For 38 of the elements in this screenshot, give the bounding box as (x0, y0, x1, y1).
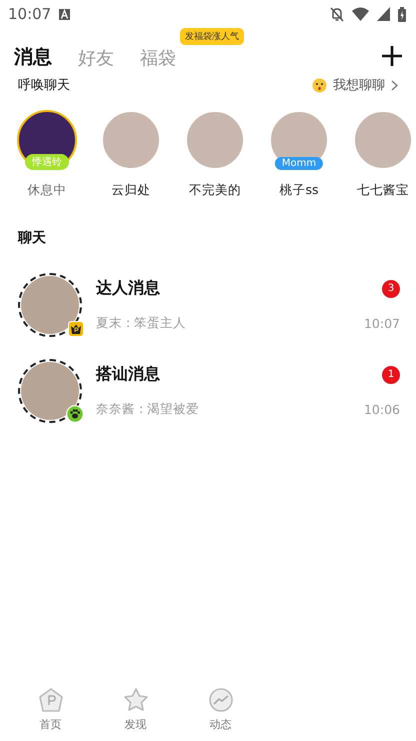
signal-icon (377, 7, 390, 21)
section-title: 聊天 (16, 229, 47, 247)
battery-icon (398, 6, 406, 22)
user-name: 不完美的 (189, 182, 241, 199)
unread-count: 3 (382, 280, 400, 298)
emoji-face-icon (312, 78, 327, 92)
crown-badge-icon (68, 321, 84, 337)
promo-tag: 发福袋涨人气 (180, 28, 244, 45)
chevron-right-icon (391, 80, 398, 90)
nav-tab[interactable]: 发现 (93, 687, 178, 739)
user-name: 七七酱宝 (357, 182, 409, 199)
paw-badge-icon (66, 405, 84, 423)
nav-tab[interactable]: 首页 (8, 687, 93, 739)
status-time: 10:07 (8, 5, 52, 23)
message-preview: 夏末 : 笨蛋主人 (96, 315, 186, 332)
tab[interactable]: 好友 (78, 46, 114, 70)
add-icon[interactable] (382, 46, 402, 66)
tab[interactable]: 福袋 (140, 46, 176, 70)
message-time: 10:07 (364, 316, 400, 331)
wifi-icon (352, 7, 369, 21)
avatar-badge: 悸遇铃 (25, 154, 69, 170)
avatar-badge: Momm (274, 157, 324, 170)
nav-tab[interactable]: 动态 (178, 687, 263, 739)
user-name: 休息中 (28, 182, 66, 199)
section-label: 呼唤聊天 (18, 77, 70, 94)
chat-title: 搭讪消息 (96, 364, 160, 385)
message-time: 10:06 (364, 402, 400, 417)
trend-icon (208, 687, 234, 713)
user-name: 桃子ss (279, 182, 319, 199)
chat-wish-link[interactable]: 我想聊聊 (312, 76, 398, 94)
tab[interactable]: 消息 (14, 44, 52, 70)
unread-count: 1 (382, 366, 400, 384)
avatar-photo[interactable]: Momm (269, 110, 329, 170)
message-preview: 奈奈酱 : 渴望被爱 (96, 401, 200, 418)
star-icon (122, 687, 148, 713)
mute-icon (330, 6, 344, 22)
chat-title: 达人消息 (96, 278, 160, 299)
user-name: 云归处 (112, 182, 150, 199)
